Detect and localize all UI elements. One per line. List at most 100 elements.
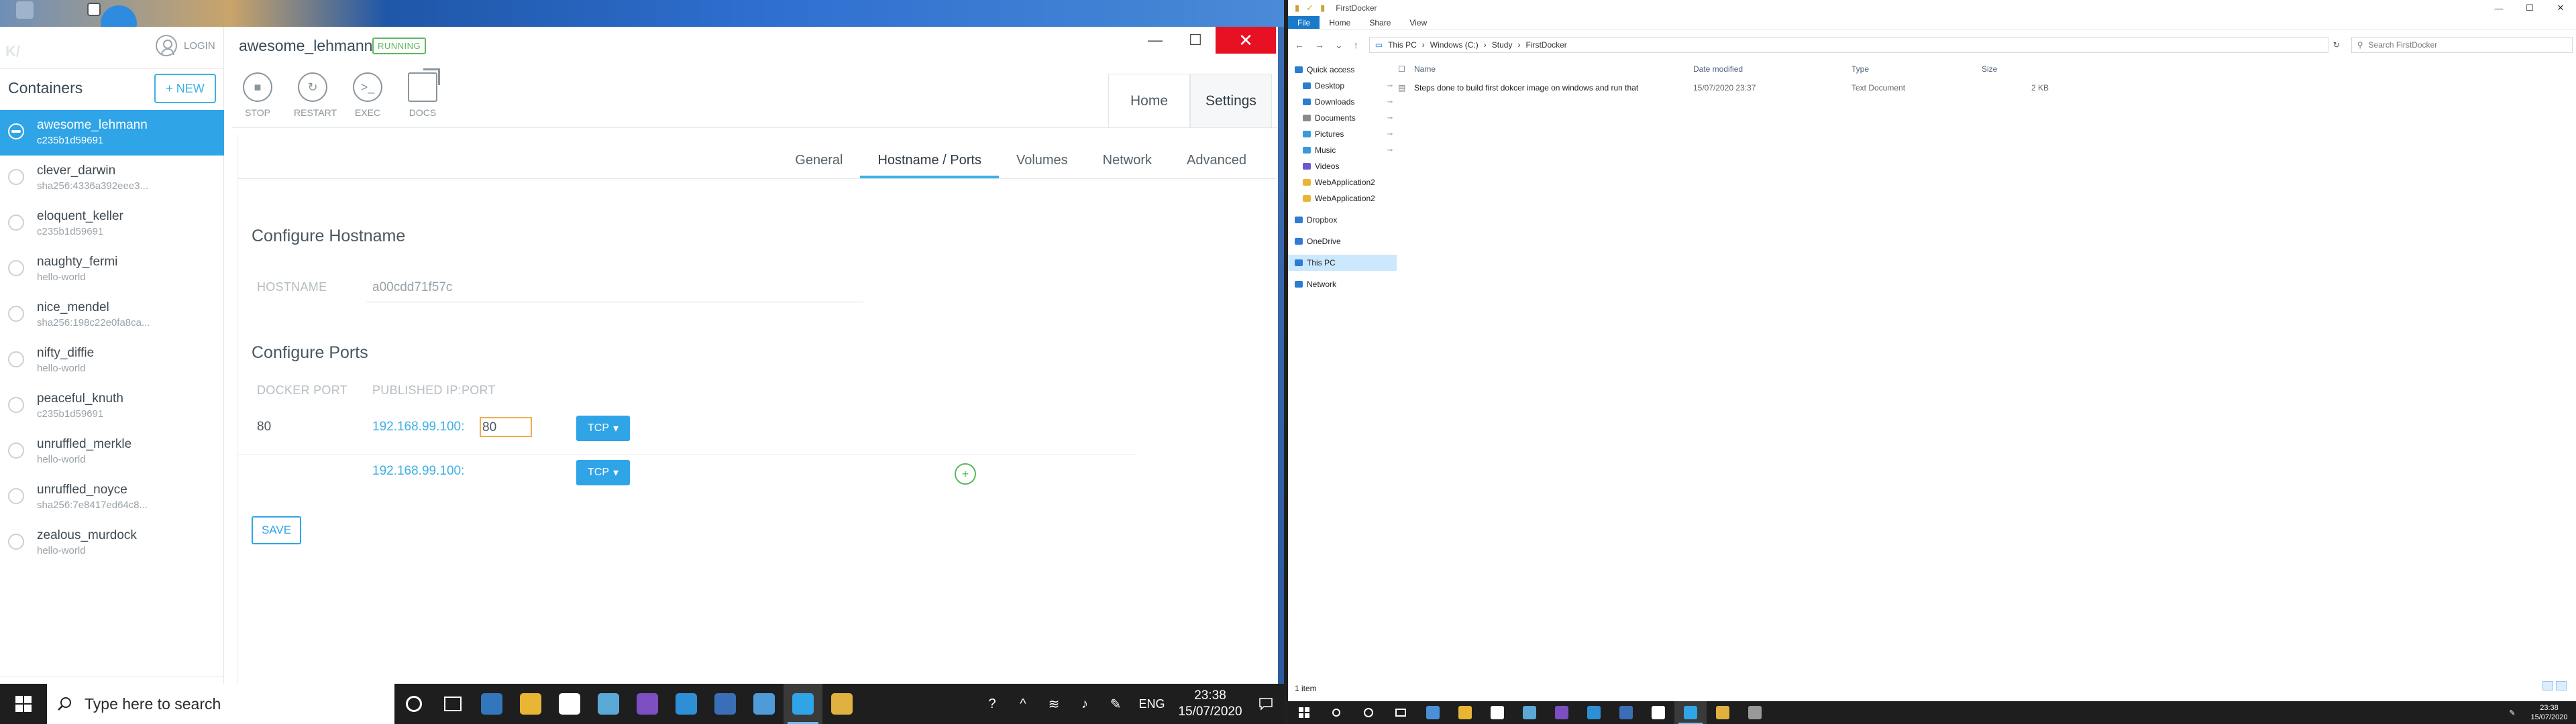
select-all-checkbox[interactable]: ☐	[1398, 64, 1414, 74]
file-row[interactable]: ▤ Steps done to build first dokcer image…	[1398, 80, 2576, 95]
notepad-icon[interactable]	[1513, 701, 1546, 724]
subtab-network[interactable]: Network	[1085, 146, 1169, 178]
task-view-icon[interactable]	[433, 684, 472, 724]
nav-item[interactable]: WebApplication2	[1288, 190, 1397, 206]
sourcetree-icon[interactable]	[1481, 701, 1513, 724]
tab-home[interactable]: Home	[1108, 74, 1190, 127]
restart-button[interactable]: ↻ RESTART	[294, 72, 337, 118]
task-view-icon[interactable]	[1385, 701, 1417, 724]
container-item[interactable]: clever_darwin sha256:4336a392eee3...	[0, 156, 224, 201]
nav-item[interactable]: Music ⊸	[1288, 142, 1397, 158]
virtualbox-icon[interactable]	[1642, 701, 1674, 724]
back-arrow-icon[interactable]: ←	[1295, 40, 1304, 51]
subtab-hostname-ports[interactable]: Hostname / Ports	[860, 146, 999, 178]
recycle-bin-icon[interactable]	[16, 1, 34, 19]
properties-icon[interactable]: ✓	[1306, 3, 1313, 13]
address-bar[interactable]: ▭ This PC › Windows (C:) › Study › First…	[1368, 37, 2328, 53]
taskbar-search[interactable]: Type here to search	[47, 684, 394, 724]
ribbon-tab-view[interactable]: View	[1400, 16, 1436, 29]
nav-item[interactable]: Network	[1288, 276, 1397, 292]
clock-right[interactable]: 23:38 15/07/2020	[2522, 703, 2576, 722]
column-type[interactable]: Type	[1851, 64, 1982, 74]
nav-item[interactable]: Pictures ⊸	[1288, 126, 1397, 142]
ribbon-tab-share[interactable]: Share	[1360, 16, 1400, 29]
notepad-icon[interactable]	[589, 684, 628, 724]
explorer-close-button[interactable]: ✕	[2545, 0, 2576, 16]
file-explorer-icon[interactable]	[1449, 701, 1481, 724]
start-button[interactable]	[1288, 701, 1320, 724]
subtab-volumes[interactable]: Volumes	[999, 146, 1085, 178]
large-icons-view-icon[interactable]	[2556, 681, 2567, 690]
nav-item[interactable]: Downloads ⊸	[1288, 94, 1397, 110]
container-item[interactable]: nifty_diffie hello-world	[0, 338, 224, 383]
nav-item[interactable]: Quick access	[1288, 62, 1397, 78]
notifications-button[interactable]	[1248, 697, 1284, 711]
virtualbox-icon[interactable]	[745, 684, 784, 724]
column-size[interactable]: Size	[1982, 64, 2049, 74]
cortana-icon[interactable]	[394, 684, 433, 724]
column-date-modified[interactable]: Date modified	[1693, 64, 1851, 74]
container-item[interactable]: unruffled_noyce sha256:7e8417ed64c8...	[0, 475, 224, 520]
kitematic-icon[interactable]	[1674, 701, 1707, 724]
help-icon[interactable]: ?	[977, 697, 1008, 712]
save-button[interactable]: SAVE	[252, 516, 301, 544]
sticky-notes-icon[interactable]	[822, 684, 861, 724]
container-item[interactable]: eloquent_keller c235b1d59691	[0, 201, 224, 247]
wifi-icon[interactable]: ≋	[1038, 696, 1069, 713]
tab-settings[interactable]: Settings	[1190, 74, 1272, 127]
container-item[interactable]: awesome_lehmann c235b1d59691	[0, 110, 224, 156]
nav-item[interactable]: Documents ⊸	[1288, 110, 1397, 126]
docs-button[interactable]: DOCS	[404, 68, 441, 118]
new-protocol-dropdown[interactable]: TCP ▾	[576, 460, 630, 485]
nav-item[interactable]: Dropbox	[1288, 212, 1397, 228]
folder-icon[interactable]: ▮	[1295, 3, 1299, 13]
teamviewer-icon[interactable]	[667, 684, 706, 724]
forward-arrow-icon[interactable]: →	[1315, 40, 1324, 51]
kitematic-icon[interactable]	[784, 684, 822, 724]
subtab-general[interactable]: General	[777, 146, 860, 178]
new-folder-icon[interactable]: ▮	[1320, 3, 1325, 13]
misc-app-icon[interactable]	[1739, 701, 1771, 724]
pen-icon[interactable]: ✎	[1100, 696, 1131, 713]
hostname-input[interactable]: a00cdd71f57c	[372, 280, 452, 295]
edge-icon[interactable]	[1417, 701, 1449, 724]
sticky-notes-icon[interactable]	[1707, 701, 1739, 724]
nav-item[interactable]: This PC	[1288, 255, 1397, 271]
up-arrow-icon[interactable]: ↑	[1354, 40, 1358, 51]
sourcetree-icon[interactable]	[550, 684, 589, 724]
nav-item[interactable]: Videos	[1288, 158, 1397, 174]
nav-item[interactable]: WebApplication2	[1288, 174, 1397, 190]
ribbon-tab-home[interactable]: Home	[1320, 16, 1360, 29]
container-item[interactable]: nice_mendel sha256:198c22e0fa8ca...	[0, 292, 224, 338]
new-container-button[interactable]: + NEW	[154, 74, 216, 103]
exec-button[interactable]: >_ EXEC	[349, 72, 386, 118]
volume-icon[interactable]: ♪	[1069, 697, 1100, 712]
breadcrumb-this-pc[interactable]: This PC	[1388, 40, 1417, 50]
details-view-icon[interactable]	[2542, 681, 2553, 690]
desktop-checkbox-icon[interactable]	[87, 3, 101, 16]
nav-item[interactable]: Desktop ⊸	[1288, 78, 1397, 94]
stop-button[interactable]: ■ STOP	[239, 72, 276, 118]
breadcrumb-windows-c[interactable]: Windows (C:)	[1430, 40, 1479, 50]
container-item[interactable]: peaceful_knuth c235b1d59691	[0, 383, 224, 429]
container-item[interactable]: zealous_murdock hello-world	[0, 520, 224, 566]
powershell-icon[interactable]	[1610, 701, 1642, 724]
powershell-icon[interactable]	[706, 684, 745, 724]
recent-chevron-icon[interactable]: ⌄	[1335, 40, 1343, 51]
close-button[interactable]: ✕	[1216, 27, 1276, 54]
breadcrumb-firstdocker[interactable]: FirstDocker	[1525, 40, 1566, 50]
breadcrumb-study[interactable]: Study	[1492, 40, 1513, 50]
subtab-advanced[interactable]: Advanced	[1169, 146, 1264, 178]
file-explorer-icon[interactable]	[511, 684, 550, 724]
column-name[interactable]: Name	[1414, 64, 1693, 74]
chevron-up-icon[interactable]: ^	[1008, 697, 1038, 712]
refresh-icon[interactable]: ↻	[2328, 40, 2345, 50]
login-button[interactable]: LOGIN	[156, 35, 215, 56]
container-item[interactable]: unruffled_merkle hello-world	[0, 429, 224, 475]
edge-icon[interactable]	[472, 684, 511, 724]
visual-studio-icon[interactable]	[628, 684, 667, 724]
maximize-button[interactable]: ☐	[1175, 27, 1216, 54]
pen-icon[interactable]: ✎	[2502, 709, 2522, 717]
nav-item[interactable]: OneDrive	[1288, 233, 1397, 249]
search-icon[interactable]	[1320, 701, 1352, 724]
